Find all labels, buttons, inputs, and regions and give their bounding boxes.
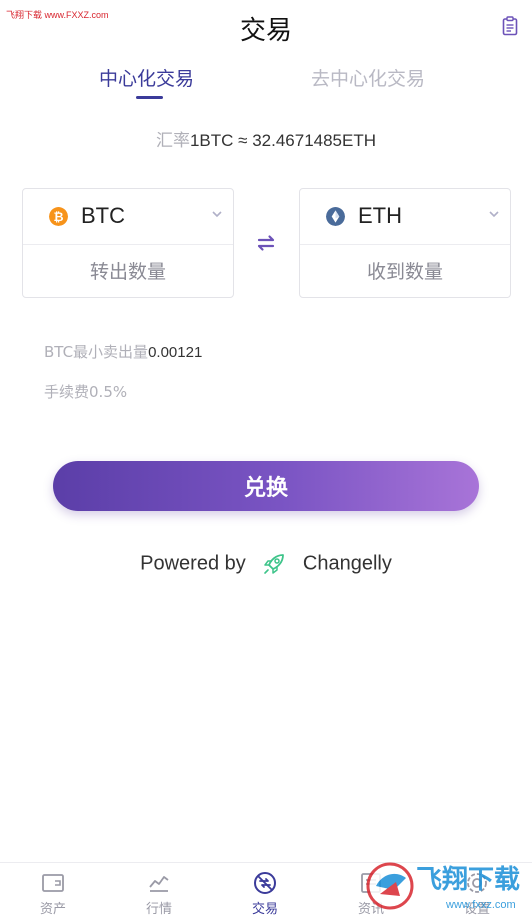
changelly-brand: Changelly (302, 552, 392, 575)
to-coin-select[interactable]: ETH (300, 189, 510, 245)
chart-icon (149, 876, 169, 892)
chevron-down-icon (212, 211, 222, 218)
to-coin-name: ETH (358, 203, 402, 228)
nav-item-assets[interactable]: 资产 (0, 863, 106, 919)
exchange-tabs: 中心化交易 去中心化交易 (0, 60, 532, 104)
nav-item-market[interactable]: 行情 (106, 863, 212, 919)
svg-text:₿: ₿ (53, 210, 63, 224)
active-tab-indicator (136, 96, 163, 99)
watermark-logo: 飞翔下载 www.fxxz.com (366, 862, 520, 911)
send-amount-input[interactable] (23, 246, 233, 298)
fee-label: 手续费 (44, 383, 90, 401)
exchange-rate: 汇率1BTC ≈ 32.4671485ETH (0, 126, 532, 151)
tab-centralized[interactable]: 中心化交易 (99, 64, 194, 91)
svg-text:www.fxxz.com: www.fxxz.com (445, 899, 516, 911)
tab-decentralized[interactable]: 去中心化交易 (311, 64, 425, 91)
to-coin-box: ETH (299, 188, 511, 298)
chevron-down-icon (489, 211, 499, 218)
bitcoin-icon: ₿ (49, 207, 68, 226)
svg-text:飞翔下载: 飞翔下载 (416, 865, 520, 895)
clipboard-list-icon[interactable] (502, 16, 518, 36)
swap-icon[interactable] (252, 229, 280, 257)
ethereum-icon (326, 207, 345, 226)
rocket-icon (264, 554, 285, 574)
from-coin-box: ₿ BTC (22, 188, 234, 298)
powered-by: Powered by Changelly (0, 551, 532, 577)
from-coin-select[interactable]: ₿ BTC (23, 189, 233, 245)
min-sell-value: 0.00121 (148, 344, 203, 361)
rate-value: 1BTC ≈ 32.4671485ETH (189, 131, 377, 150)
fee-value: 0.5% (89, 383, 128, 401)
min-sell-label: BTC最小卖出量 (44, 343, 149, 361)
powered-by-text: Powered by (140, 552, 246, 575)
from-coin-name: BTC (81, 203, 125, 228)
header: 交易 (0, 0, 532, 56)
min-sell-amount: BTC最小卖出量0.00121 (44, 341, 202, 362)
exchange-icon (254, 872, 276, 894)
nav-label-trade: 交易 (251, 902, 278, 917)
nav-item-trade[interactable]: 交易 (212, 863, 318, 919)
fee-info: 手续费0.5% (44, 381, 127, 402)
nav-label-assets: 资产 (39, 902, 66, 917)
nav-label-market: 行情 (145, 902, 172, 917)
exchange-button[interactable]: 兑换 (53, 461, 479, 511)
wallet-icon (42, 874, 64, 892)
rate-label: 汇率 (155, 131, 190, 151)
page-title: 交易 (239, 16, 292, 46)
receive-amount-input[interactable] (300, 246, 510, 298)
